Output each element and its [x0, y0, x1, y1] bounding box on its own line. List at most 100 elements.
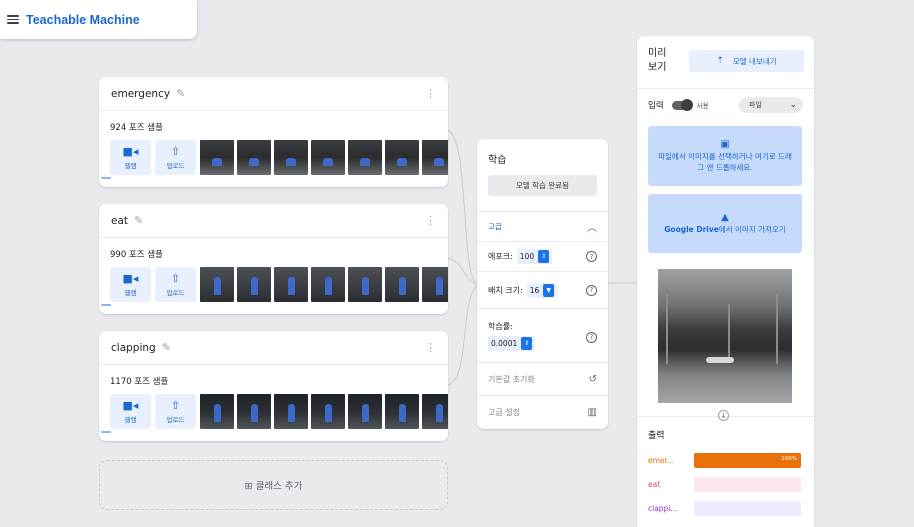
preview-title: 미리 보기: [648, 48, 667, 73]
export-model-button[interactable]: ⇡ 모델 내보내기: [689, 50, 804, 72]
epochs-label: 에포크:: [488, 252, 513, 261]
app-logo[interactable]: Teachable Machine: [26, 13, 140, 27]
output-row: eat: [648, 476, 801, 493]
sample-thumbnail[interactable]: [385, 140, 419, 175]
sample-thumbnail[interactable]: [385, 267, 419, 302]
input-source-select[interactable]: 파일 ⌄: [739, 97, 803, 113]
output-row: emer... 100%: [648, 452, 801, 469]
help-icon[interactable]: ?: [586, 251, 597, 262]
class-name[interactable]: clapping: [111, 342, 156, 354]
sample-strip: ■◂ 웹캠 ⇧ 업로드: [110, 267, 448, 304]
sample-count: 990 포즈 샘플: [110, 250, 163, 260]
upload-icon: ⇧: [170, 144, 181, 158]
preview-panel: 미리 보기 ⇡ 모델 내보내기 입력 사용 파일 ⌄ ▣ 파일에서 이미지를 선택…: [637, 36, 814, 527]
webcam-button[interactable]: ■◂ 웹캠: [110, 394, 151, 429]
preview-image: [658, 269, 792, 403]
chart-icon: ▥: [587, 406, 597, 418]
sample-count: 924 포즈 샘플: [110, 123, 163, 133]
epochs-field: 에포크: 100 ⇕ ?: [477, 241, 608, 271]
scroll-indicator[interactable]: [101, 177, 111, 179]
sample-thumbnail[interactable]: [274, 394, 308, 429]
scroll-indicator[interactable]: [101, 431, 111, 433]
chevron-up-icon: ︿: [587, 223, 597, 234]
sample-thumbnail[interactable]: [422, 394, 448, 429]
under-the-hood-button[interactable]: 고급 설정 ▥: [477, 395, 608, 428]
sample-thumbnail[interactable]: [237, 394, 271, 429]
train-model-button[interactable]: 모델 학습 완료됨: [488, 175, 597, 196]
pencil-icon[interactable]: ✎: [134, 214, 143, 227]
divider: [637, 88, 814, 89]
class-name[interactable]: emergency: [111, 88, 170, 100]
class-card-clapping: clapping ✎ ⋮ 1170 포즈 샘플 ■◂ 웹캠 ⇧ 업로드: [99, 331, 448, 441]
more-vert-icon[interactable]: ⋮: [425, 87, 436, 100]
toggle-label: 사용: [696, 102, 709, 110]
input-label: 입력: [648, 101, 664, 111]
class-card-emergency: emergency ✎ ⋮ 924 포즈 샘플 ■◂ 웹캠 ⇧ 업로드: [99, 77, 448, 187]
batch-size-field: 배치 크기: 16 ▼ ?: [477, 271, 608, 308]
class-name[interactable]: eat: [111, 215, 128, 227]
sample-thumbnail[interactable]: [385, 394, 419, 429]
more-vert-icon[interactable]: ⋮: [425, 341, 436, 354]
upload-button[interactable]: ⇧ 업로드: [155, 394, 196, 429]
upload-button[interactable]: ⇧ 업로드: [155, 140, 196, 175]
sample-thumbnail[interactable]: [348, 140, 382, 175]
more-vert-icon[interactable]: ⋮: [425, 214, 436, 227]
reset-defaults-button[interactable]: 기본값 초기화 ↺: [477, 362, 608, 395]
sample-thumbnail[interactable]: [311, 267, 345, 302]
scroll-indicator[interactable]: [101, 304, 111, 306]
confidence-bar: [694, 477, 801, 492]
learning-rate-input[interactable]: 0.0001 ⇕: [488, 335, 536, 351]
output-label: emer...: [648, 456, 675, 465]
sample-thumbnail[interactable]: [237, 267, 271, 302]
help-icon[interactable]: ?: [586, 284, 597, 296]
input-toggle[interactable]: [671, 98, 693, 111]
sample-thumbnail[interactable]: [422, 267, 448, 302]
training-panel: 학습 모델 학습 완료됨 고급 ︿ 에포크: 100 ⇕ ? 배치 크기: 16 ▼…: [477, 139, 608, 429]
advanced-label: 고급: [488, 222, 502, 231]
upload-icon: ⇧: [170, 398, 181, 412]
file-drop-zone[interactable]: ▣ 파일에서 이미지를 선택하거나 여기로 드래그 앤 드롭하세요.: [648, 126, 802, 186]
output-label: eat: [648, 480, 661, 489]
sample-thumbnail[interactable]: [311, 394, 345, 429]
training-title: 학습: [488, 155, 507, 166]
sample-thumbnail[interactable]: [200, 394, 234, 429]
pencil-icon[interactable]: ✎: [162, 341, 171, 354]
sample-thumbnail[interactable]: [311, 140, 345, 175]
sample-thumbnail[interactable]: [422, 140, 448, 175]
sample-thumbnail[interactable]: [200, 140, 234, 175]
drive-icon: ▲: [721, 212, 729, 223]
add-class-button[interactable]: ⊞ 클래스 추가: [99, 460, 448, 510]
learning-rate-label: 학습률:: [488, 321, 513, 331]
sample-thumbnail[interactable]: [274, 140, 308, 175]
upload-button[interactable]: ⇧ 업로드: [155, 267, 196, 302]
output-label: clappi...: [648, 504, 678, 513]
help-icon[interactable]: ?: [586, 331, 597, 343]
advanced-toggle[interactable]: 고급 ︿: [477, 211, 608, 241]
spinner-icon[interactable]: ⇕: [538, 250, 550, 263]
spinner-icon[interactable]: ⇕: [521, 336, 533, 350]
epochs-input[interactable]: 100 ⇕: [516, 249, 553, 264]
history-icon: ↺: [588, 373, 597, 385]
webcam-button[interactable]: ■◂ 웹캠: [110, 267, 151, 302]
sample-strip: ■◂ 웹캠 ⇧ 업로드: [110, 140, 448, 177]
sample-count: 1170 포즈 샘플: [110, 377, 169, 387]
batch-size-label: 배치 크기:: [488, 285, 523, 295]
sample-thumbnail[interactable]: [348, 394, 382, 429]
chevron-down-icon[interactable]: ▼: [543, 283, 555, 297]
webcam-button[interactable]: ■◂ 웹캠: [110, 140, 151, 175]
pencil-icon[interactable]: ✎: [176, 87, 185, 100]
sample-thumbnail[interactable]: [348, 267, 382, 302]
chevron-down-icon: ⌄: [789, 100, 797, 110]
arrow-down-icon: ↓: [718, 410, 729, 421]
batch-size-select[interactable]: 16 ▼: [526, 282, 558, 298]
sample-thumbnail[interactable]: [200, 267, 234, 302]
output-title: 출력: [648, 431, 665, 441]
class-card-eat: eat ✎ ⋮ 990 포즈 샘플 ■◂ 웹캠 ⇧ 업로드: [99, 204, 448, 314]
confidence-bar: [694, 501, 801, 516]
learning-rate-field: 학습률: 0.0001 ⇕ ?: [477, 308, 608, 362]
sample-thumbnail[interactable]: [237, 140, 271, 175]
sample-thumbnail[interactable]: [274, 267, 308, 302]
app-header: Teachable Machine: [0, 0, 197, 39]
google-drive-button[interactable]: ▲ Google Drive에서 이미지 가져오기: [648, 194, 802, 253]
menu-icon[interactable]: [7, 15, 19, 24]
